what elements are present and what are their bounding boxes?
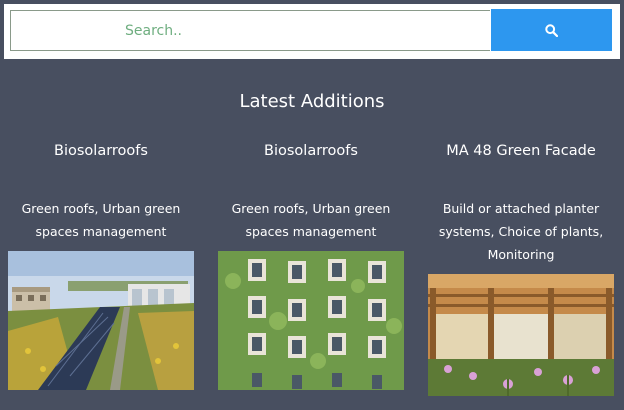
search-bar	[4, 4, 620, 59]
card-description: Green roofs, Urban green spaces manageme…	[231, 201, 391, 239]
section-title: Latest Additions	[239, 91, 385, 112]
card-description: Green roofs, Urban green spaces manageme…	[21, 201, 181, 239]
card-description: Build or attached planter systems, Choic…	[438, 201, 604, 262]
card-title[interactable]: MA 48 Green Facade	[428, 143, 614, 159]
search-icon	[545, 23, 558, 37]
card-title[interactable]: Biosolarroofs	[218, 143, 404, 159]
card-image[interactable]	[218, 251, 404, 390]
card-title[interactable]: Biosolarroofs	[8, 143, 194, 159]
search-input[interactable]	[10, 10, 490, 51]
card-image[interactable]	[8, 251, 194, 390]
card-image[interactable]	[428, 274, 614, 396]
search-button[interactable]	[491, 9, 612, 51]
